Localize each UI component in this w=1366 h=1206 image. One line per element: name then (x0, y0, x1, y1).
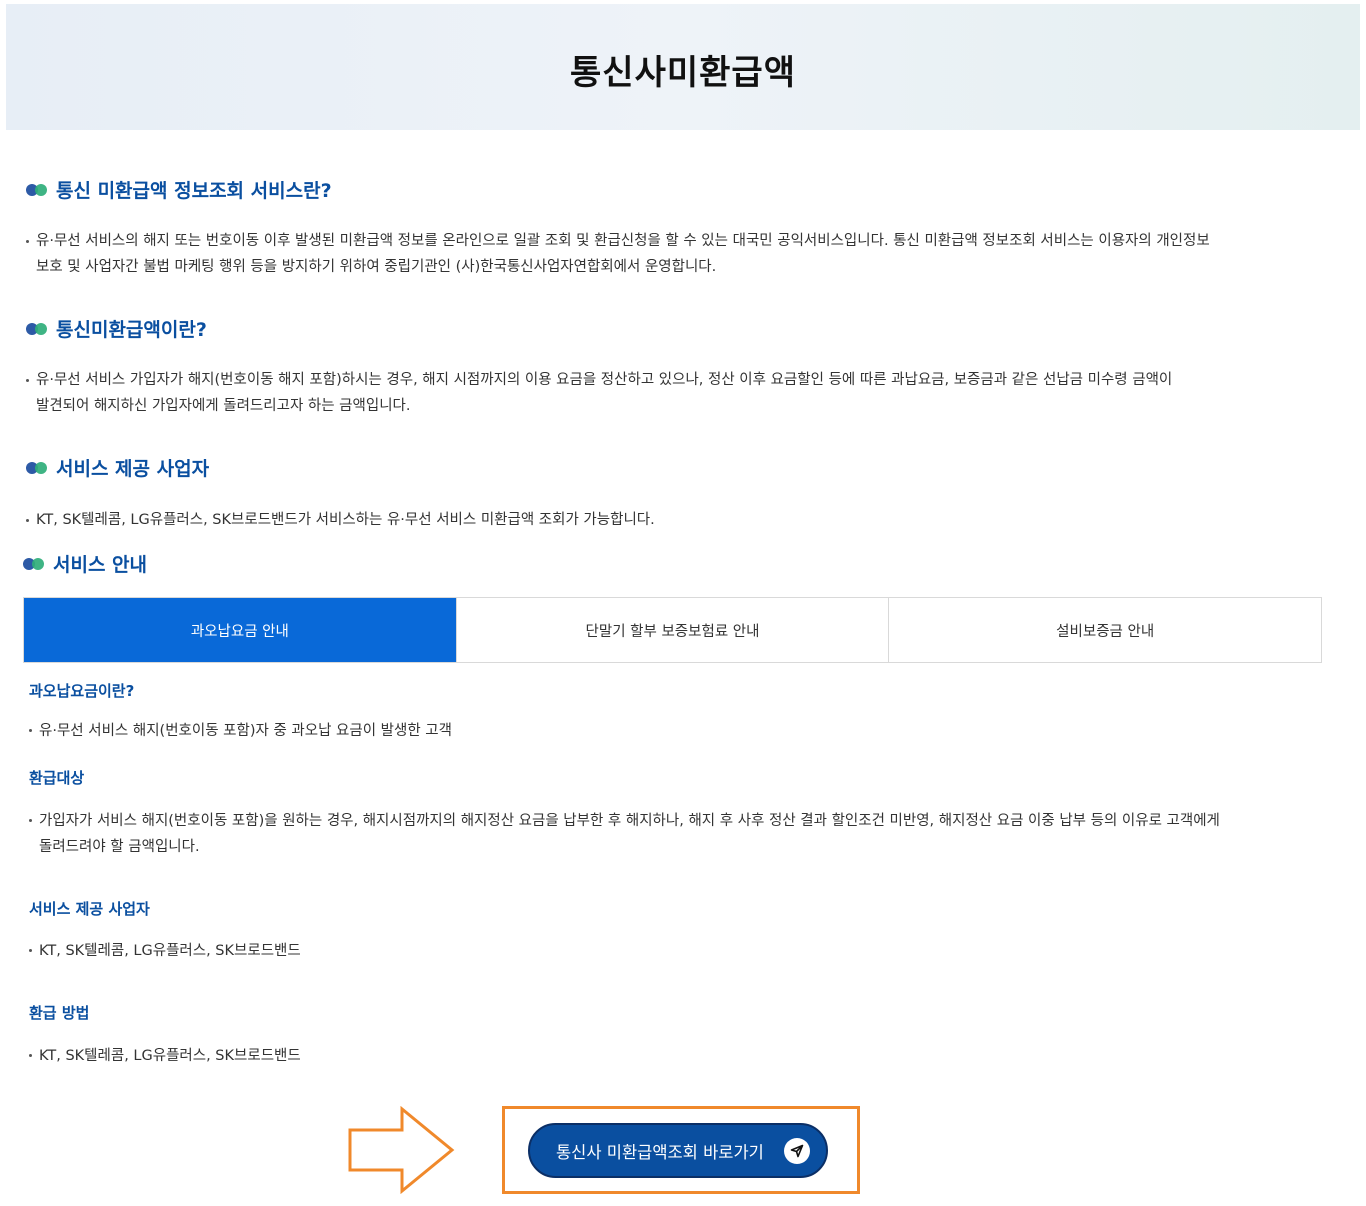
pointing-arrow-icon (348, 1106, 455, 1194)
send-arrow-icon (784, 1138, 810, 1164)
paragraph-line: KT, SK텔레콤, LG유플러스, SK브로드밴드 (39, 1048, 301, 1064)
paragraph-line: 가입자가 서비스 해지(번호이동 포함)을 원하는 경우, 해지시점까지의 해지… (39, 813, 1220, 829)
bullet-dots-icon (26, 461, 48, 474)
page-header: 통신사미환급액 (6, 4, 1360, 130)
section-title-text: 통신 미환급액 정보조회 서비스란? (56, 180, 332, 202)
section-title-providers: 서비스 제공 사업자 (26, 454, 209, 481)
unrefunded-lookup-button[interactable]: 통신사 미환급액조회 바로가기 (528, 1123, 828, 1178)
paragraph-line: 유·무선 서비스 해지(번호이동 포함)자 중 과오납 요금이 발생한 고객 (39, 723, 452, 739)
tab-device-installment-insurance[interactable]: 단말기 할부 보증보험료 안내 (455, 598, 889, 662)
section-paragraph-service-intro: 유·무선 서비스의 해지 또는 번호이동 이후 발생된 미환급액 정보를 온라인… (26, 228, 1326, 280)
bullet-dots-icon (26, 322, 48, 335)
paragraph-line: 발견되어 해지하신 가입자에게 돌려드리고자 하는 금액입니다. (36, 398, 411, 414)
subsection-paragraph-providers: KT, SK텔레콤, LG유플러스, SK브로드밴드 (29, 938, 1329, 964)
subsection-title-overpayment-definition: 과오납요금이란? (29, 682, 135, 700)
paragraph-line: KT, SK텔레콤, LG유플러스, SK브로드밴드 (39, 943, 301, 959)
subsection-paragraph-refund-target: 가입자가 서비스 해지(번호이동 포함)을 원하는 경우, 해지시점까지의 해지… (29, 808, 1329, 860)
subsection-title-providers: 서비스 제공 사업자 (29, 900, 150, 918)
subsection-title-refund-method: 환급 방법 (29, 1004, 90, 1022)
section-title-text: 서비스 제공 사업자 (56, 458, 210, 480)
cta-button-label: 통신사 미환급액조회 바로가기 (556, 1142, 764, 1162)
bullet-dots-icon (26, 183, 48, 196)
subsection-paragraph-refund-method: KT, SK텔레콤, LG유플러스, SK브로드밴드 (29, 1043, 1329, 1069)
subsection-title-refund-target: 환급대상 (29, 769, 85, 787)
page: 통신사미환급액 통신 미환급액 정보조회 서비스란? 유·무선 서비스의 해지 … (0, 0, 1366, 1206)
section-title-service-guide: 서비스 안내 (23, 550, 147, 577)
service-guide-tabs: 과오납요금 안내 단말기 할부 보증보험료 안내 설비보증금 안내 (23, 597, 1322, 663)
section-title-text: 서비스 안내 (53, 554, 148, 576)
paragraph-line: KT, SK텔레콤, LG유플러스, SK브로드밴드가 서비스하는 유·무선 서… (36, 512, 655, 528)
subsection-paragraph-overpayment-definition: 유·무선 서비스 해지(번호이동 포함)자 중 과오납 요금이 발생한 고객 (29, 718, 1329, 744)
page-title: 통신사미환급액 (570, 52, 796, 93)
paragraph-line: 유·무선 서비스의 해지 또는 번호이동 이후 발생된 미환급액 정보를 온라인… (36, 233, 1210, 249)
section-title-unrefunded-definition: 통신미환급액이란? (26, 315, 207, 342)
paragraph-line: 유·무선 서비스 가입자가 해지(번호이동 해지 포함)하시는 경우, 해지 시… (36, 372, 1173, 388)
paragraph-line: 보호 및 사업자간 불법 마케팅 행위 등을 방지하기 위하여 중립기관인 (사… (36, 259, 717, 275)
tab-facility-deposit[interactable]: 설비보증금 안내 (888, 598, 1322, 662)
bullet-dots-icon (23, 557, 45, 570)
section-paragraph-unrefunded-definition: 유·무선 서비스 가입자가 해지(번호이동 해지 포함)하시는 경우, 해지 시… (26, 367, 1326, 419)
paragraph-line: 돌려드려야 할 금액입니다. (39, 839, 200, 855)
section-title-text: 통신미환급액이란? (56, 319, 207, 341)
section-title-service-intro: 통신 미환급액 정보조회 서비스란? (26, 176, 332, 203)
section-paragraph-providers: KT, SK텔레콤, LG유플러스, SK브로드밴드가 서비스하는 유·무선 서… (26, 507, 1326, 533)
tab-overpayment[interactable]: 과오납요금 안내 (24, 598, 456, 662)
